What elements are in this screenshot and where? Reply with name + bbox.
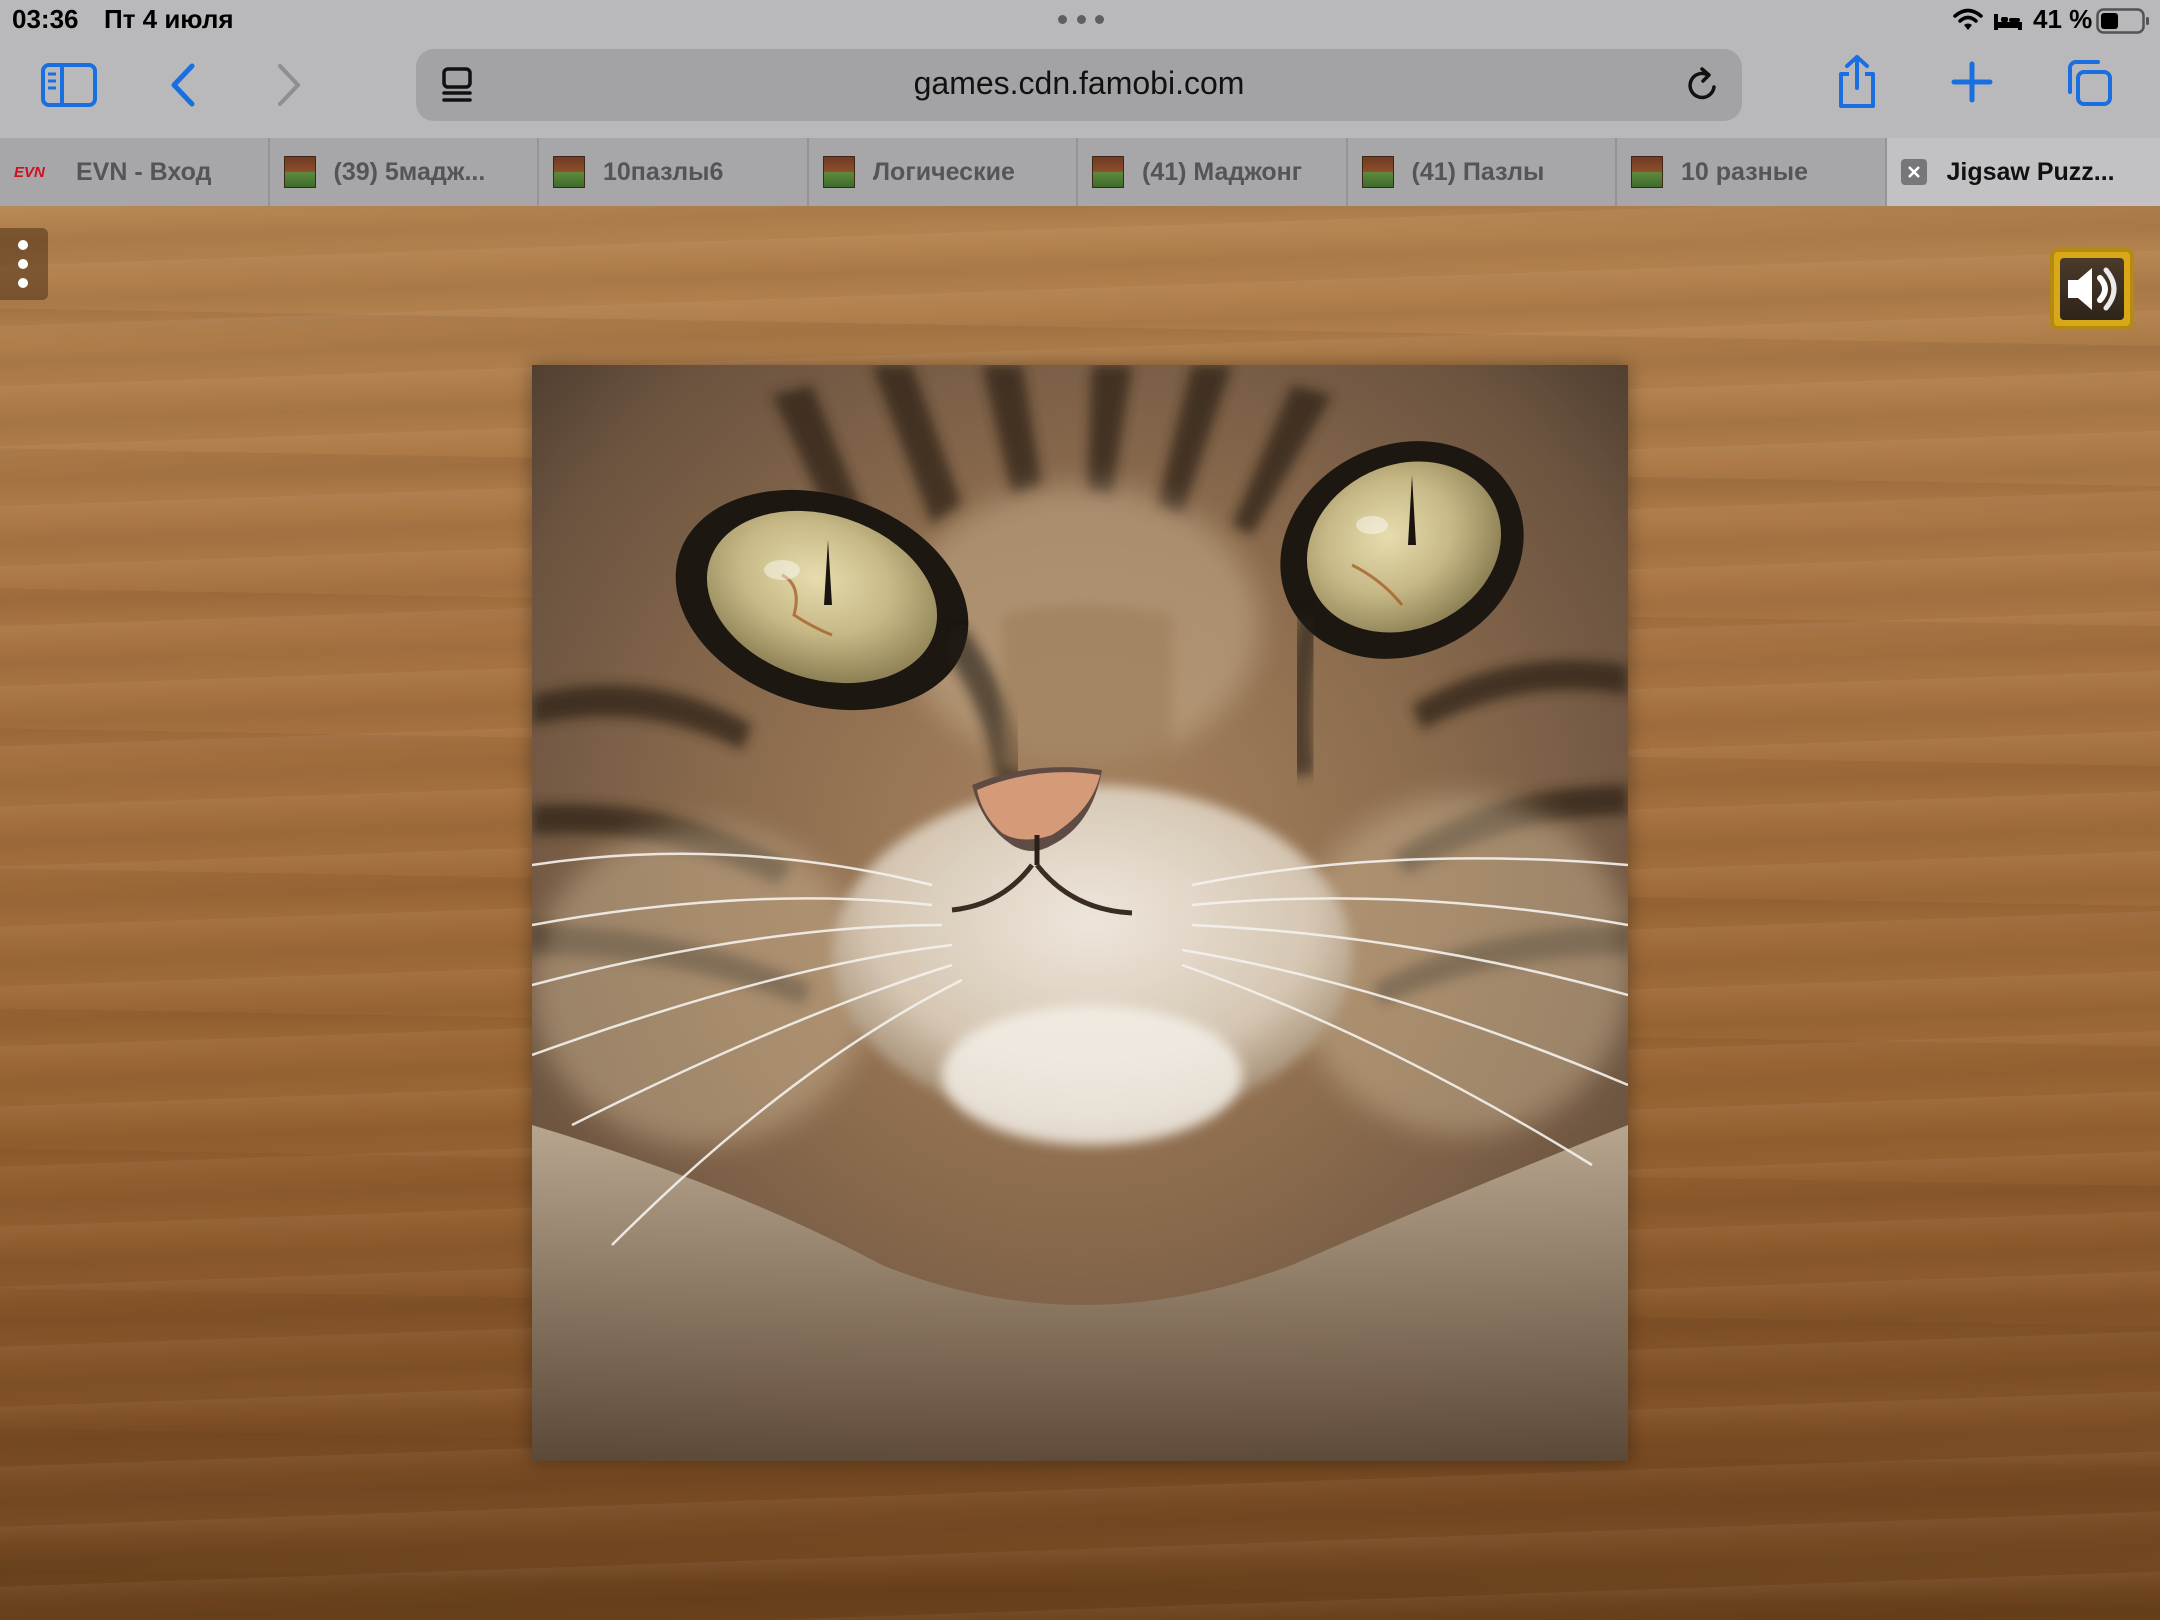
- game-favicon-icon: [553, 156, 585, 188]
- tab-title: Логические: [872, 157, 1015, 186]
- tab-title: EVN - Вход: [76, 157, 212, 186]
- close-icon[interactable]: [1900, 159, 1927, 185]
- tab-mahjong-5[interactable]: (39) 5мадж...: [270, 138, 539, 206]
- share-icon[interactable]: [1834, 54, 1880, 110]
- game-favicon-icon: [1092, 156, 1124, 188]
- tab-logic[interactable]: Логические: [809, 138, 1078, 206]
- wifi-icon: [1953, 8, 1983, 30]
- tabs-overview-icon[interactable]: [2064, 58, 2114, 108]
- game-favicon-icon: [283, 156, 316, 188]
- tab-jigsaw-puzzle-active[interactable]: Jigsaw Puzz...: [1886, 138, 2160, 206]
- plus-icon[interactable]: [1950, 60, 1994, 104]
- tab-puzzles-10-6[interactable]: 10пазлы6: [539, 138, 809, 206]
- forward-icon[interactable]: [270, 62, 308, 108]
- tab-strip: EVN EVN - Вход (39) 5мадж... 10пазлы6 Ло…: [0, 138, 2160, 206]
- back-icon[interactable]: [164, 62, 202, 108]
- battery-icon: [2096, 8, 2149, 34]
- multitasking-dots-icon[interactable]: [1058, 15, 1104, 25]
- status-time: 03:36: [12, 4, 79, 34]
- status-bar: 03:36 Пт 4 июля 41 %: [0, 0, 2160, 42]
- tab-title: (41) Маджонг: [1142, 157, 1303, 186]
- tab-title: 10пазлы6: [603, 157, 724, 186]
- status-date: Пт 4 июля: [104, 4, 234, 34]
- game-canvas[interactable]: [0, 206, 2160, 1620]
- speaker-on-icon: [2068, 267, 2117, 311]
- battery-percentage: 41 %: [2033, 4, 2093, 34]
- tab-various-10[interactable]: 10 разные: [1617, 138, 1887, 206]
- tab-puzzles-41[interactable]: (41) Пазлы: [1348, 138, 1617, 206]
- sleep-focus-icon: [1994, 14, 2022, 30]
- game-favicon-icon: [822, 156, 855, 188]
- tab-title: 10 разные: [1681, 157, 1809, 186]
- tab-evn[interactable]: EVN EVN - Вход: [0, 138, 270, 206]
- tab-title: (41) Пазлы: [1411, 157, 1545, 186]
- address-bar[interactable]: games.cdn.famobi.com: [416, 49, 1742, 121]
- cat-photo: [532, 365, 1628, 1461]
- game-favicon-icon: [1361, 156, 1394, 188]
- url-text[interactable]: games.cdn.famobi.com: [416, 65, 1742, 102]
- tab-mahjong-41[interactable]: (41) Маджонг: [1078, 138, 1348, 206]
- tab-title: Jigsaw Puzz...: [1946, 157, 2115, 186]
- evn-favicon-icon: EVN: [14, 163, 45, 181]
- sidebar-icon[interactable]: [40, 62, 98, 108]
- puzzle-image[interactable]: [532, 365, 1628, 1461]
- more-vertical-icon[interactable]: [0, 228, 48, 300]
- tab-title: (39) 5мадж...: [333, 157, 486, 186]
- reload-icon[interactable]: [1684, 65, 1722, 105]
- sound-toggle-button[interactable]: [2050, 248, 2134, 330]
- game-favicon-icon: [1631, 156, 1663, 188]
